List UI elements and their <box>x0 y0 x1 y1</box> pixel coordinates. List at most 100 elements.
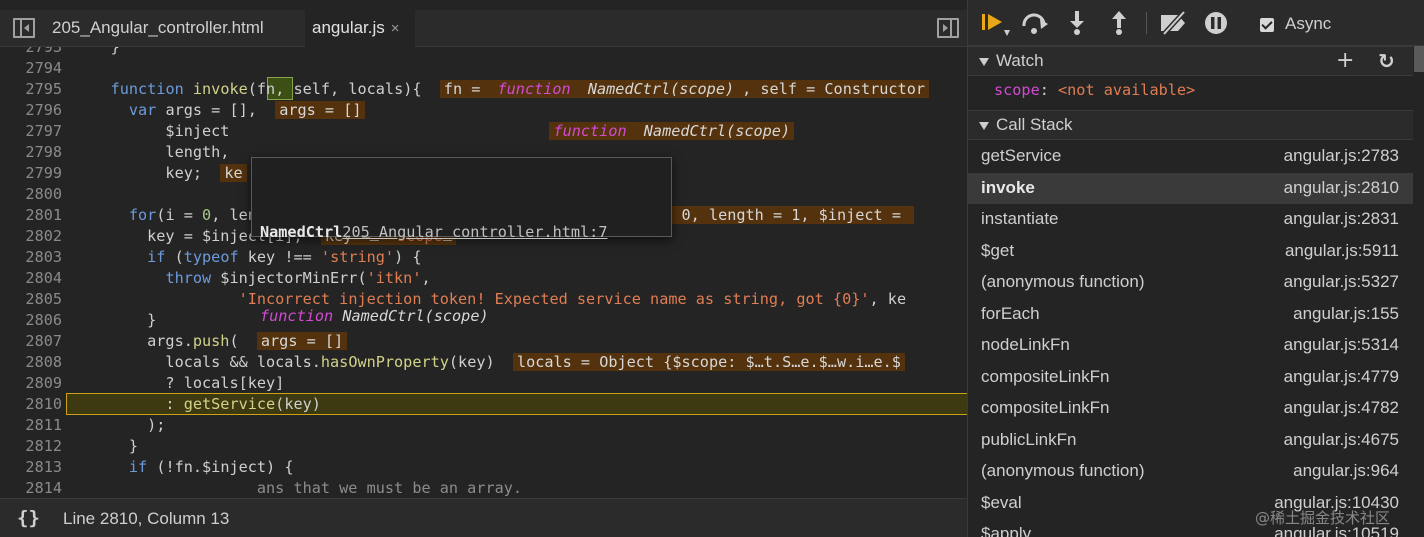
code-token: (key) <box>275 395 321 413</box>
code-text: if (!fn.$inject) { <box>74 457 294 478</box>
watch-title: Watch <box>996 51 1044 70</box>
line-number[interactable]: 2803 <box>0 247 62 268</box>
call-stack-frame[interactable]: nodeLinkFn angular.js:5314 <box>968 330 1413 362</box>
code-line: 2795 function invoke(fn, self, locals){ … <box>0 79 967 100</box>
line-number[interactable]: 2796 <box>0 100 62 121</box>
call-stack-frame[interactable]: compositeLinkFn angular.js:4779 <box>968 362 1413 394</box>
sidebar-scrollbar-thumb[interactable] <box>1414 46 1424 72</box>
popover-source-link[interactable]: 205_Angular_controller.html:7 <box>342 223 607 241</box>
line-number[interactable]: 2810 <box>0 394 62 415</box>
tab-angular-js[interactable]: angular.js × <box>305 10 415 48</box>
line-number[interactable]: 2806 <box>0 310 62 331</box>
expand-triangle-icon <box>979 122 989 130</box>
code-line: 2810 : getService(key) <box>0 394 967 415</box>
call-stack-frame[interactable]: compositeLinkFn angular.js:4782 <box>968 393 1413 425</box>
step-out-icon[interactable] <box>1106 10 1132 36</box>
code-token: ( <box>229 332 257 350</box>
source-editor-panel: 205_Angular_controller.html angular.js × … <box>0 0 967 537</box>
tab-205-angular-controller[interactable]: 205_Angular_controller.html <box>45 10 303 47</box>
call-stack-frame[interactable]: (anonymous function) angular.js:964 <box>968 456 1413 488</box>
line-number[interactable]: 2793 <box>0 47 62 58</box>
code-token: (i = <box>156 206 203 224</box>
resume-icon[interactable] <box>980 10 1014 36</box>
line-number[interactable]: 2802 <box>0 226 62 247</box>
line-number[interactable]: 2811 <box>0 415 62 436</box>
frame-location-link[interactable]: angular.js:964 <box>1293 461 1399 481</box>
frame-location-link[interactable]: angular.js:2783 <box>1284 146 1399 166</box>
line-number[interactable]: 2804 <box>0 268 62 289</box>
line-number[interactable]: 2797 <box>0 121 62 142</box>
line-number[interactable]: 2805 <box>0 289 62 310</box>
call-stack-frame[interactable]: instantiate angular.js:2831 <box>968 204 1413 236</box>
frame-location-link[interactable]: angular.js:5327 <box>1284 272 1399 292</box>
code-token: } <box>74 437 139 455</box>
line-number[interactable]: 2807 <box>0 331 62 352</box>
code-line: 2794 <box>0 58 967 79</box>
call-stack-frame[interactable]: $get angular.js:5911 <box>968 236 1413 268</box>
frame-location-link[interactable]: angular.js:5911 <box>1285 241 1399 261</box>
step-into-icon[interactable] <box>1064 10 1090 36</box>
code-line: 2797 $inject function NamedCtrl(scope) <box>0 121 967 142</box>
code-line: 2812 } <box>0 436 967 457</box>
frame-function-name: publicLinkFn <box>981 429 1077 449</box>
toggle-navigator-icon[interactable] <box>13 18 35 38</box>
frame-function-name: invoke <box>981 177 1035 197</box>
async-checkbox[interactable] <box>1260 18 1274 32</box>
call-stack-frame[interactable]: forEach angular.js:155 <box>968 299 1413 331</box>
line-number[interactable]: 2799 <box>0 163 62 184</box>
call-stack-frame[interactable]: publicLinkFn angular.js:4675 <box>968 425 1413 457</box>
frame-function-name: (anonymous function) <box>981 272 1145 291</box>
pretty-print-icon[interactable]: {} <box>17 507 40 529</box>
code-token: 0 <box>202 206 212 224</box>
line-number[interactable]: 2809 <box>0 373 62 394</box>
watch-expression[interactable]: scope: <not available> <box>994 81 1195 99</box>
code-text: ? locals[key] <box>74 373 284 394</box>
code-text: function invoke(fn, self, locals){ fn = … <box>74 79 929 100</box>
code-line: 2814 ans that we must be an array. <box>0 478 967 498</box>
debugger-sidebar: Async Watch + ↻ scope: <not available> C… <box>967 0 1424 537</box>
code-token: ans that we must be an array. <box>74 479 523 497</box>
toggle-debugger-icon[interactable] <box>937 18 959 38</box>
call-stack-frame[interactable]: (anonymous function) angular.js:5327 <box>968 267 1413 299</box>
frame-location-link[interactable]: angular.js:5314 <box>1284 335 1399 355</box>
call-stack-section-header[interactable]: Call Stack <box>968 110 1413 140</box>
frame-location-link[interactable]: angular.js:155 <box>1293 304 1399 324</box>
code-area[interactable]: 2793 } 2794 2795 function invoke(fn, self,… <box>0 47 967 498</box>
inline-value: function <box>493 80 575 98</box>
cursor-position: Line 2810, Column 13 <box>63 509 230 528</box>
refresh-icon[interactable]: ↻ <box>1378 49 1395 73</box>
frame-location-link[interactable]: angular.js:4782 <box>1284 398 1399 418</box>
line-number[interactable]: 2794 <box>0 58 62 79</box>
step-over-icon[interactable] <box>1020 10 1050 36</box>
frame-location-link[interactable]: angular.js:4779 <box>1284 367 1399 387</box>
add-expression-icon[interactable]: + <box>1336 48 1354 73</box>
frame-location-link[interactable]: angular.js:2810 <box>1284 178 1399 198</box>
watch-expression-name: scope <box>994 81 1040 99</box>
code-token: var <box>128 101 157 119</box>
inline-value: fn = <box>439 80 494 98</box>
line-number[interactable]: 2800 <box>0 184 62 205</box>
code-text: var args = [], args = [] <box>74 100 366 121</box>
line-number[interactable]: 2798 <box>0 142 62 163</box>
close-tab-icon[interactable]: × <box>391 20 400 37</box>
frame-location-link[interactable]: angular.js:2831 <box>1284 209 1399 229</box>
frame-location-link[interactable]: angular.js:4675 <box>1284 430 1399 450</box>
watch-section-header[interactable]: Watch + ↻ <box>968 46 1413 76</box>
line-number[interactable]: 2795 <box>0 79 62 100</box>
line-number[interactable]: 2812 <box>0 436 62 457</box>
frame-function-name: (anonymous function) <box>981 461 1145 480</box>
line-number[interactable]: 2808 <box>0 352 62 373</box>
line-number[interactable]: 2801 <box>0 205 62 226</box>
line-number[interactable]: 2814 <box>0 478 62 498</box>
line-number[interactable]: 2813 <box>0 457 62 478</box>
call-stack-frame[interactable]: invoke angular.js:2810 <box>968 172 1413 204</box>
call-stack-frame[interactable]: getService angular.js:2783 <box>968 141 1413 173</box>
code-token: invoke <box>192 80 248 98</box>
frame-function-name: forEach <box>981 303 1040 323</box>
pause-on-exceptions-icon[interactable] <box>1202 10 1230 36</box>
code-token: push <box>192 332 230 350</box>
deactivate-breakpoints-icon[interactable] <box>1158 10 1190 36</box>
